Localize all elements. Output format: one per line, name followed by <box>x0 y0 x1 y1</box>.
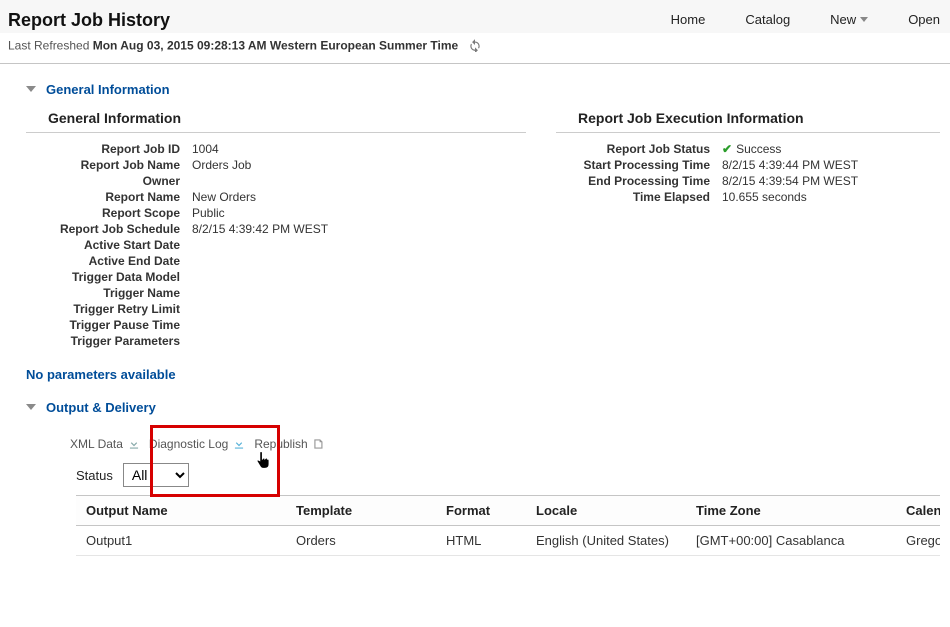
col-calendar[interactable]: Calendar <box>896 496 940 526</box>
value-trigger-name <box>186 285 334 301</box>
last-refreshed: Last Refreshed Mon Aug 03, 2015 09:28:13… <box>0 33 950 64</box>
label-report-scope: Report Scope <box>26 205 186 221</box>
cell-template: Orders <box>286 526 436 556</box>
value-job-status-text: Success <box>736 142 781 156</box>
cell-format: HTML <box>436 526 526 556</box>
nav-new[interactable]: New <box>830 12 868 27</box>
cell-calendar: Gregorian <box>896 526 940 556</box>
chevron-down-icon <box>860 17 868 22</box>
value-end-time: 8/2/15 4:39:54 PM WEST <box>716 173 864 189</box>
label-trigger-data-model: Trigger Data Model <box>26 269 186 285</box>
value-elapsed: 10.655 seconds <box>716 189 864 205</box>
value-schedule: 8/2/15 4:39:42 PM WEST <box>186 221 334 237</box>
label-schedule: Report Job Schedule <box>26 221 186 237</box>
refresh-icon[interactable] <box>468 38 482 55</box>
section-general-header[interactable]: General Information <box>26 82 940 97</box>
section-general-title: General Information <box>46 82 170 97</box>
col-template[interactable]: Template <box>286 496 436 526</box>
col-locale[interactable]: Locale <box>526 496 686 526</box>
general-info-table: Report Job ID1004 Report Job NameOrders … <box>26 141 334 349</box>
xml-data-label: XML Data <box>70 437 123 451</box>
value-report-name: New Orders <box>186 189 334 205</box>
value-active-end <box>186 253 334 269</box>
status-select[interactable]: All <box>123 463 189 487</box>
value-start-time: 8/2/15 4:39:44 PM WEST <box>716 157 864 173</box>
success-check-icon: ✔ <box>722 142 732 156</box>
nav-new-label: New <box>830 12 856 27</box>
label-report-name: Report Name <box>26 189 186 205</box>
label-trigger-params: Trigger Parameters <box>26 333 186 349</box>
nav-home[interactable]: Home <box>671 12 706 27</box>
section-output-header[interactable]: Output & Delivery <box>26 400 940 415</box>
value-report-job-id: 1004 <box>186 141 334 157</box>
last-refreshed-prefix: Last Refreshed <box>8 39 93 53</box>
value-active-start <box>186 237 334 253</box>
label-elapsed: Time Elapsed <box>556 189 716 205</box>
disclosure-icon <box>26 404 36 410</box>
label-trigger-name: Trigger Name <box>26 285 186 301</box>
col-format[interactable]: Format <box>436 496 526 526</box>
value-trigger-pause <box>186 317 334 333</box>
exec-info-table: Report Job Status ✔ Success Start Process… <box>556 141 864 205</box>
label-report-job-name: Report Job Name <box>26 157 186 173</box>
grid-header-row: Output Name Template Format Locale Time … <box>76 496 940 526</box>
label-job-status: Report Job Status <box>556 141 716 157</box>
value-report-scope: Public <box>186 205 334 221</box>
page-title: Report Job History <box>8 10 170 31</box>
label-owner: Owner <box>26 173 186 189</box>
download-icon <box>127 437 141 451</box>
republish-icon <box>312 437 326 451</box>
label-trigger-retry: Trigger Retry Limit <box>26 301 186 317</box>
label-end-time: End Processing Time <box>556 173 716 189</box>
disclosure-icon <box>26 86 36 92</box>
cell-output-name: Output1 <box>76 526 286 556</box>
nav-open[interactable]: Open <box>908 12 940 27</box>
republish-button[interactable]: Republish <box>254 437 325 451</box>
value-owner <box>186 173 334 189</box>
section-output-title: Output & Delivery <box>46 400 156 415</box>
cell-timezone: [GMT+00:00] Casablanca <box>686 526 896 556</box>
output-grid: Output Name Template Format Locale Time … <box>76 496 940 556</box>
cell-locale: English (United States) <box>526 526 686 556</box>
col-output-name[interactable]: Output Name <box>76 496 286 526</box>
value-trigger-params <box>186 333 334 349</box>
output-toolbar: XML Data Diagnostic Log Republish <box>26 425 940 459</box>
status-label: Status <box>76 468 113 483</box>
label-report-job-id: Report Job ID <box>26 141 186 157</box>
diagnostic-log-button[interactable]: Diagnostic Log <box>149 437 246 451</box>
col-timezone[interactable]: Time Zone <box>686 496 896 526</box>
table-row[interactable]: Output1 Orders HTML English (United Stat… <box>76 526 940 556</box>
general-subhead: General Information <box>26 107 526 133</box>
republish-label: Republish <box>254 437 307 451</box>
value-report-job-name: Orders Job <box>186 157 334 173</box>
diagnostic-log-label: Diagnostic Log <box>149 437 228 451</box>
no-parameters-message: No parameters available <box>26 367 940 382</box>
label-trigger-pause: Trigger Pause Time <box>26 317 186 333</box>
exec-subhead: Report Job Execution Information <box>556 107 940 133</box>
label-active-start: Active Start Date <box>26 237 186 253</box>
value-job-status: ✔ Success <box>716 141 864 157</box>
value-trigger-data-model <box>186 269 334 285</box>
last-refreshed-time: Mon Aug 03, 2015 09:28:13 AM Western Eur… <box>93 39 458 53</box>
download-icon <box>232 437 246 451</box>
top-nav: Home Catalog New Open <box>671 8 940 27</box>
nav-catalog[interactable]: Catalog <box>745 12 790 27</box>
value-trigger-retry <box>186 301 334 317</box>
label-active-end: Active End Date <box>26 253 186 269</box>
label-start-time: Start Processing Time <box>556 157 716 173</box>
xml-data-button[interactable]: XML Data <box>70 437 141 451</box>
